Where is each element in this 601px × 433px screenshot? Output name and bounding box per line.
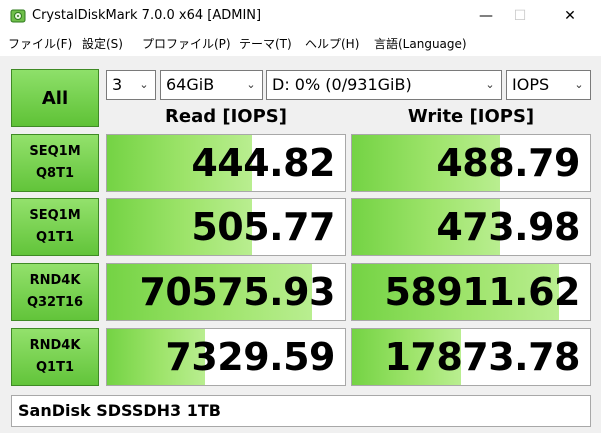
write-meter: 473.98: [351, 198, 591, 256]
read-value: 444.82: [191, 141, 335, 185]
read-value: 505.77: [191, 205, 335, 249]
write-meter: 17873.78: [351, 328, 591, 386]
title-bar: CrystalDiskMark 7.0.0 x64 [ADMIN] — ☐ ✕: [0, 0, 601, 32]
drive-value: D: 0% (0/931GiB): [272, 75, 412, 94]
menu-language[interactable]: 言語(Language): [374, 35, 467, 52]
write-value: 473.98: [436, 205, 580, 249]
menu-theme[interactable]: テーマ(T): [239, 35, 292, 52]
test-count-select[interactable]: 3 ⌄: [106, 70, 156, 100]
menu-help[interactable]: ヘルプ(H): [305, 35, 359, 52]
write-value: 17873.78: [384, 335, 580, 379]
rnd4k-q1t1-button[interactable]: RND4K Q1T1: [11, 328, 99, 386]
comment-field[interactable]: SanDisk SDSSDH3 1TB: [11, 395, 591, 427]
test-count-value: 3: [112, 75, 123, 94]
write-meter: 58911.62: [351, 263, 591, 321]
write-column-header: Write [IOPS]: [407, 106, 535, 127]
seq1m-q8t1-button[interactable]: SEQ1M Q8T1: [11, 134, 99, 192]
unit-select[interactable]: IOPS ⌄: [506, 70, 591, 100]
write-meter: 488.79: [351, 134, 591, 192]
row-label-line2: Q1T1: [35, 230, 74, 245]
seq1m-q1t1-button[interactable]: SEQ1M Q1T1: [11, 198, 99, 256]
menu-profile[interactable]: プロファイル(P): [142, 35, 231, 52]
drive-select[interactable]: D: 0% (0/931GiB) ⌄: [266, 70, 502, 100]
chevron-down-icon: ⌄: [139, 78, 149, 91]
chevron-down-icon: ⌄: [246, 78, 256, 91]
read-meter: 70575.93: [106, 263, 346, 321]
row-label-line1: RND4K: [29, 273, 81, 288]
maximize-button[interactable]: ☐: [497, 0, 543, 32]
read-value: 70575.93: [139, 270, 335, 314]
read-meter: 7329.59: [106, 328, 346, 386]
row-label-line1: SEQ1M: [29, 208, 81, 223]
read-column-header: Read [IOPS]: [165, 106, 287, 127]
close-button[interactable]: ✕: [547, 0, 593, 32]
write-value: 58911.62: [384, 270, 580, 314]
unit-value: IOPS: [512, 75, 550, 94]
read-value: 7329.59: [165, 335, 335, 379]
write-value: 488.79: [436, 141, 580, 185]
all-button[interactable]: All: [11, 69, 99, 127]
row-label-line2: Q1T1: [35, 360, 74, 375]
menu-bar: ファイル(F) 設定(S) プロファイル(P) テーマ(T) ヘルプ(H) 言語…: [0, 32, 601, 54]
row-label-line2: Q32T16: [26, 295, 84, 310]
row-label-line2: Q8T1: [35, 166, 74, 181]
rnd4k-q32t16-button[interactable]: RND4K Q32T16: [11, 263, 99, 321]
window-title: CrystalDiskMark 7.0.0 x64 [ADMIN]: [32, 8, 262, 23]
chevron-down-icon: ⌄: [485, 78, 495, 91]
menu-file[interactable]: ファイル(F): [8, 35, 72, 52]
test-size-select[interactable]: 64GiB ⌄: [160, 70, 263, 100]
crystaldiskmark-app-icon: [10, 9, 26, 23]
test-size-value: 64GiB: [166, 75, 215, 94]
menu-settings[interactable]: 設定(S): [82, 35, 123, 52]
row-label-line1: RND4K: [29, 338, 81, 353]
row-label-line1: SEQ1M: [29, 144, 81, 159]
read-meter: 505.77: [106, 198, 346, 256]
chevron-down-icon: ⌄: [574, 78, 584, 91]
read-meter: 444.82: [106, 134, 346, 192]
